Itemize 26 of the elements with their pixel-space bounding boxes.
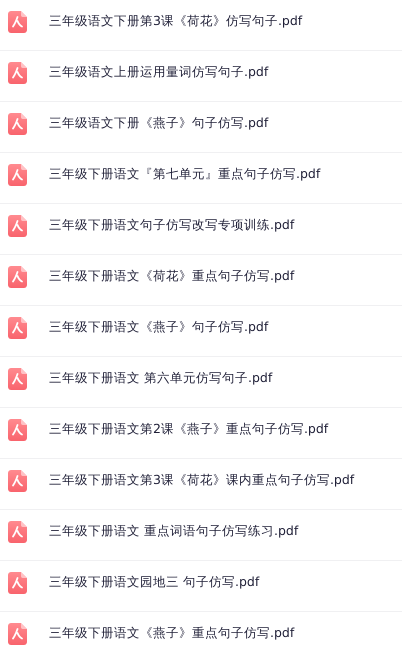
file-name[interactable]: 三年级下册语文第2课《燕子》重点句子仿写.pdf — [49, 421, 328, 438]
pdf-file-icon — [8, 418, 27, 440]
file-name[interactable]: 三年级下册语文第3课《荷花》课内重点句子仿写.pdf — [49, 472, 354, 489]
file-name[interactable]: 三年级语文上册运用量词仿写句子.pdf — [49, 64, 268, 81]
pdf-file-icon — [8, 572, 27, 594]
pdf-file-icon — [8, 112, 27, 134]
pdf-file-icon — [8, 62, 27, 84]
pdf-file-icon — [8, 520, 27, 542]
pdf-file-icon — [8, 316, 27, 338]
file-name[interactable]: 三年级下册语文 第六单元仿写句子.pdf — [49, 370, 272, 387]
file-name[interactable]: 三年级下册语文句子仿写改写专项训练.pdf — [49, 217, 294, 234]
file-name[interactable]: 三年级下册语文《荷花》重点句子仿写.pdf — [49, 268, 294, 285]
pdf-file-icon — [8, 622, 27, 644]
pdf-file-icon — [8, 368, 27, 390]
file-name[interactable]: 三年级下册语文『第七单元』重点句子仿写.pdf — [49, 166, 320, 183]
file-name[interactable]: 三年级下册语文 重点词语句子仿写练习.pdf — [49, 523, 298, 540]
file-name[interactable]: 三年级下册语文《燕子》句子仿写.pdf — [49, 319, 268, 336]
file-name[interactable]: 三年级下册语文园地三 句子仿写.pdf — [49, 574, 260, 591]
file-name[interactable]: 三年级语文下册第3课《荷花》仿写句子.pdf — [49, 13, 302, 30]
pdf-file-icon — [8, 266, 27, 288]
pdf-file-icon — [8, 10, 27, 32]
pdf-file-icon — [8, 470, 27, 492]
file-name[interactable]: 三年级下册语文《燕子》重点句子仿写.pdf — [49, 625, 294, 642]
file-name[interactable]: 三年级语文下册《燕子》句子仿写.pdf — [49, 115, 268, 132]
pdf-file-icon — [8, 164, 27, 186]
pdf-file-icon — [8, 214, 27, 236]
